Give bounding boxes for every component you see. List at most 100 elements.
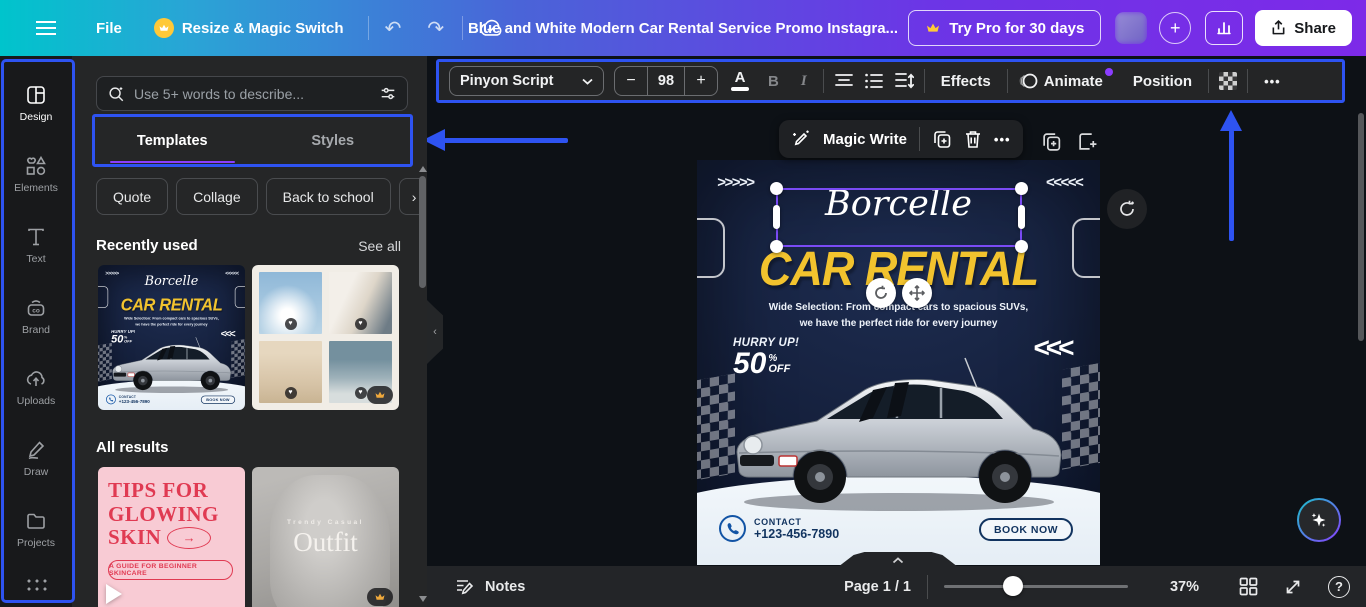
grid-view-icon[interactable] bbox=[1239, 577, 1258, 596]
design-canvas[interactable]: >>>>> <<<<< Borcelle CAR RENTAL Wide Sel… bbox=[697, 160, 1100, 565]
font-size-increase-button[interactable]: + bbox=[685, 67, 717, 95]
panel-collapse-handle[interactable]: ‹ bbox=[427, 300, 443, 364]
subtitle-line: we have the perfect ride for every journ… bbox=[697, 316, 1100, 332]
font-size-stepper: − 98 + bbox=[614, 66, 718, 96]
animate-button[interactable]: Animate bbox=[1018, 72, 1117, 90]
sidebar-item-text[interactable]: Text bbox=[4, 212, 68, 278]
selection-handle-left[interactable] bbox=[773, 205, 780, 229]
tab-templates[interactable]: Templates bbox=[92, 114, 253, 167]
selection-handle-bottom-right[interactable] bbox=[1015, 240, 1028, 253]
skincare-title-line: SKIN bbox=[108, 526, 161, 550]
add-member-button[interactable]: + bbox=[1159, 12, 1191, 44]
transparency-button[interactable] bbox=[1219, 72, 1237, 90]
add-page-icon[interactable] bbox=[1077, 131, 1098, 152]
pro-crown-badge bbox=[367, 588, 393, 606]
selection-handle-top-right[interactable] bbox=[1015, 182, 1028, 195]
heart-like-icon[interactable]: ♥ bbox=[285, 387, 297, 399]
recent-template-car-thumb[interactable]: >>>>> <<<<< Borcelle CAR RENTAL Wide Sel… bbox=[98, 265, 245, 410]
font-size-decrease-button[interactable]: − bbox=[615, 67, 647, 95]
sidebar-item-draw[interactable]: Draw bbox=[4, 425, 68, 491]
filter-sliders-icon[interactable] bbox=[379, 85, 397, 103]
effects-button[interactable]: Effects bbox=[935, 73, 997, 90]
sidebar-item-label: Elements bbox=[14, 182, 58, 194]
bold-button[interactable]: B bbox=[762, 73, 785, 90]
toolbar-more-button[interactable]: ••• bbox=[1258, 74, 1287, 89]
text-icon bbox=[25, 226, 47, 248]
hamburger-menu-icon[interactable] bbox=[36, 21, 56, 35]
user-avatar[interactable] bbox=[1115, 12, 1147, 44]
discount-percent: % bbox=[124, 336, 132, 340]
document-title[interactable]: Blue and White Modern Car Rental Service… bbox=[468, 20, 898, 37]
see-all-link[interactable]: See all bbox=[358, 238, 401, 254]
duplicate-icon[interactable] bbox=[932, 129, 952, 149]
heart-like-icon[interactable]: ♥ bbox=[355, 318, 367, 330]
panel-scroll-up-arrow[interactable] bbox=[419, 166, 427, 172]
text-color-button[interactable]: A bbox=[728, 71, 752, 91]
chip-back-to-school[interactable]: Back to school bbox=[266, 178, 391, 215]
search-input[interactable] bbox=[134, 86, 370, 102]
duplicate-page-icon[interactable] bbox=[1041, 131, 1062, 152]
car-image[interactable] bbox=[727, 352, 1072, 514]
share-button[interactable]: Share bbox=[1255, 10, 1352, 46]
refresh-generate-button[interactable] bbox=[1107, 189, 1147, 229]
tab-styles[interactable]: Styles bbox=[253, 114, 414, 167]
element-more-button[interactable]: ••• bbox=[994, 132, 1011, 147]
magic-write-button[interactable]: Magic Write bbox=[823, 131, 907, 148]
text-align-button[interactable] bbox=[834, 73, 854, 89]
subtitle-line: we have the perfect ride for every journ… bbox=[98, 322, 245, 328]
redo-icon[interactable]: ↷ bbox=[427, 16, 444, 41]
sidebar-item-elements[interactable]: Elements bbox=[4, 141, 68, 207]
collage-photo-shirt: ♥ bbox=[329, 272, 392, 334]
share-label: Share bbox=[1294, 20, 1336, 37]
book-now-button[interactable]: BOOK NOW bbox=[979, 518, 1073, 541]
notes-button[interactable]: Notes bbox=[485, 579, 525, 595]
contact-block[interactable]: CONTACT +123-456-7890 bbox=[719, 515, 839, 542]
chip-collage[interactable]: Collage bbox=[176, 178, 257, 215]
sidebar-item-projects[interactable]: Projects bbox=[4, 496, 68, 562]
recently-used-title: Recently used bbox=[96, 237, 198, 254]
font-family-dropdown[interactable]: Pinyon Script bbox=[449, 66, 604, 96]
zoom-level[interactable]: 37% bbox=[1170, 579, 1199, 595]
design-canvas[interactable]: >>>>> <<<<< Borcelle CAR RENTAL Wide Sel… bbox=[98, 265, 245, 410]
selection-box[interactable] bbox=[776, 188, 1022, 247]
position-button[interactable]: Position bbox=[1127, 73, 1198, 90]
apps-grid-icon[interactable] bbox=[25, 577, 47, 592]
result-template-skincare-thumb[interactable]: TIPS FOR GLOWING SKIN→ A GUIDE FOR BEGIN… bbox=[98, 467, 245, 607]
panel-scrollbar[interactable] bbox=[419, 176, 426, 288]
subtitle-text[interactable]: Wide Selection: From compact cars to spa… bbox=[697, 300, 1100, 331]
letter-spacing-button[interactable] bbox=[894, 72, 914, 90]
arrow-right-icon: → bbox=[167, 527, 211, 549]
selection-handle-right[interactable] bbox=[1018, 205, 1025, 229]
canvas-scrollbar[interactable] bbox=[1358, 113, 1364, 341]
fullscreen-icon[interactable] bbox=[1284, 578, 1302, 596]
bullet-list-button[interactable] bbox=[864, 73, 884, 89]
rotate-handle[interactable] bbox=[866, 278, 896, 308]
selection-handle-bottom-left[interactable] bbox=[770, 240, 783, 253]
help-button[interactable]: ? bbox=[1328, 576, 1350, 598]
file-menu-button[interactable]: File bbox=[96, 20, 122, 37]
font-name-label: Pinyon Script bbox=[460, 73, 553, 89]
resize-magic-switch-button[interactable]: Resize & Magic Switch bbox=[154, 18, 344, 38]
heart-like-icon[interactable]: ♥ bbox=[355, 387, 367, 399]
sidebar-item-uploads[interactable]: Uploads bbox=[4, 354, 68, 420]
trash-icon[interactable] bbox=[964, 129, 982, 149]
insights-chart-button[interactable] bbox=[1205, 11, 1243, 45]
chip-quote[interactable]: Quote bbox=[96, 178, 168, 215]
panel-scroll-down-arrow[interactable] bbox=[419, 596, 427, 602]
sidebar-item-brand[interactable]: co Brand bbox=[4, 283, 68, 349]
zoom-slider-knob[interactable] bbox=[1003, 576, 1023, 596]
font-size-value[interactable]: 98 bbox=[647, 67, 685, 95]
result-template-outfit-thumb[interactable]: Trendy Casual Outfit bbox=[252, 467, 399, 607]
undo-icon[interactable]: ↶ bbox=[385, 16, 402, 41]
try-pro-button[interactable]: Try Pro for 30 days bbox=[908, 10, 1101, 46]
italic-button[interactable]: I bbox=[795, 73, 813, 90]
headline-text[interactable]: CAR RENTAL bbox=[697, 241, 1100, 297]
selection-handle-top-left[interactable] bbox=[770, 182, 783, 195]
heart-like-icon[interactable]: ♥ bbox=[285, 318, 297, 330]
sidebar-item-design[interactable]: Design bbox=[4, 70, 68, 136]
move-handle[interactable] bbox=[902, 278, 932, 308]
recent-template-collage-thumb[interactable]: ♥ ♥ ♥ ♥ bbox=[252, 265, 399, 410]
zoom-slider[interactable] bbox=[944, 585, 1128, 588]
sparkle-assistant-button[interactable] bbox=[1297, 498, 1341, 542]
deco-frame-right bbox=[235, 286, 245, 308]
